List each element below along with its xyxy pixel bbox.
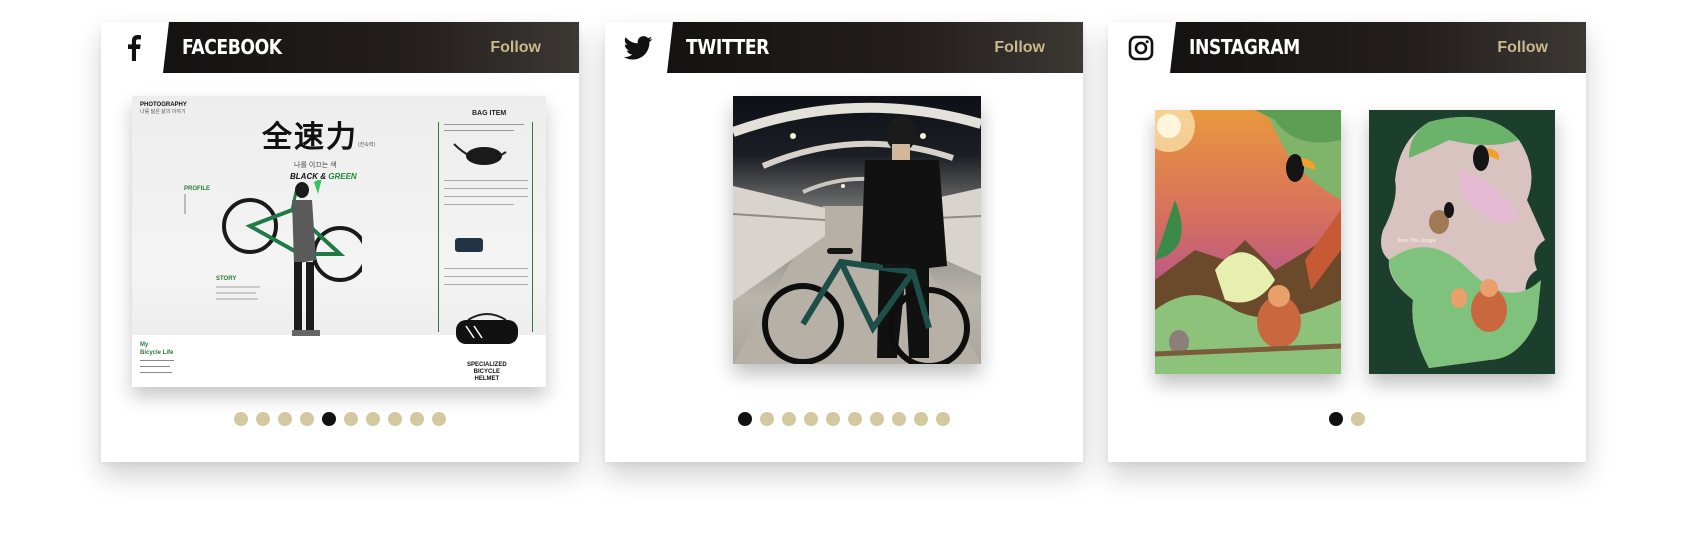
carousel-pagination <box>101 412 579 426</box>
facebook-post-image[interactable]: PHOTOGRAPHY 나를 닮은 삶의 이야기 全速力 (전속력) 나를 이끄… <box>132 96 546 387</box>
footer-text-line <box>140 366 170 367</box>
photography-sub: 나를 닮은 삶의 이야기 <box>140 109 186 115</box>
duffel-bag-image <box>456 313 518 344</box>
helmet-line: SPECIALIZED <box>467 362 507 368</box>
instagram-header-bar: INSTAGRAM Follow <box>1170 22 1586 73</box>
post-subtitle: 나를 이끄는 색 <box>294 162 337 169</box>
helmet-caption: SPECIALIZED BICYCLE HELMET <box>467 362 507 383</box>
carousel-pagination <box>1108 412 1586 426</box>
bag-text-line <box>444 130 514 131</box>
bag-text-line <box>444 196 528 197</box>
twitter-card: TWITTER Follow <box>605 22 1083 462</box>
pagination-dot[interactable] <box>826 412 840 426</box>
pouch-image <box>455 238 483 252</box>
bag-text-line <box>444 284 528 285</box>
pagination-dot[interactable] <box>760 412 774 426</box>
pagination-dot-active[interactable] <box>322 412 336 426</box>
pagination-dot[interactable] <box>848 412 862 426</box>
instagram-poster-2[interactable]: Save The Jungle <box>1369 110 1555 374</box>
facebook-icon[interactable] <box>101 22 167 73</box>
instagram-card-header: INSTAGRAM Follow <box>1108 22 1586 73</box>
bag-text-line <box>444 188 528 189</box>
helmet-line: BICYCLE <box>473 369 500 375</box>
pagination-dot[interactable] <box>936 412 950 426</box>
instagram-card: INSTAGRAM Follow Save The Jungle <box>1108 22 1586 462</box>
post-title-annotation: (전속력) <box>358 142 376 148</box>
pagination-dot[interactable] <box>804 412 818 426</box>
post-title: 全速力 <box>262 120 358 155</box>
cyclist-illustration <box>222 180 362 336</box>
pagination-dot[interactable] <box>344 412 358 426</box>
profile-label: PROFILE <box>184 186 211 192</box>
carousel-pagination <box>605 412 1083 426</box>
instagram-icon[interactable] <box>1108 22 1174 73</box>
profile-text-block <box>184 194 186 214</box>
facebook-header-bar: FACEBOOK Follow <box>163 22 579 73</box>
pagination-dot[interactable] <box>1351 412 1365 426</box>
bag-text-line <box>444 268 528 269</box>
jungle-illustration <box>1155 110 1341 374</box>
bag-text-line <box>444 124 524 125</box>
twitter-bird-icon[interactable] <box>605 22 671 73</box>
pagination-dot[interactable] <box>432 412 446 426</box>
instagram-poster-1[interactable] <box>1155 110 1341 374</box>
network-name: FACEBOOK <box>182 35 282 59</box>
follow-button[interactable]: Follow <box>490 22 541 73</box>
pagination-dot[interactable] <box>410 412 424 426</box>
twitter-header-bar: TWITTER Follow <box>667 22 1083 73</box>
bag-item-title: BAG ITEM <box>472 110 507 117</box>
bag-text-line <box>444 204 514 205</box>
footer-text-line <box>140 360 174 361</box>
photography-label: PHOTOGRAPHY <box>140 102 187 108</box>
follow-button[interactable]: Follow <box>1497 22 1548 73</box>
pagination-dot-active[interactable] <box>738 412 752 426</box>
pagination-dot[interactable] <box>300 412 314 426</box>
pagination-dot[interactable] <box>914 412 928 426</box>
network-name: INSTAGRAM <box>1189 35 1300 59</box>
bag-text-line <box>444 180 528 181</box>
facebook-card: FACEBOOK Follow PHOTOGRAPHY 나를 닮은 삶의 이야기… <box>101 22 579 462</box>
helmet-line: HELMET <box>474 376 500 382</box>
bicycle-life-label: Bicycle Life <box>140 350 174 356</box>
my-label: My <box>140 342 149 348</box>
footer-text-line <box>140 372 172 373</box>
pagination-dot[interactable] <box>388 412 402 426</box>
pagination-dot[interactable] <box>782 412 796 426</box>
network-name: TWITTER <box>686 35 769 59</box>
bridge-photo-scene <box>733 102 981 364</box>
waist-bag-image <box>453 143 507 165</box>
bag-column-rule <box>532 122 533 332</box>
pagination-dot[interactable] <box>234 412 248 426</box>
bag-column-rule <box>438 122 439 332</box>
bag-text-line <box>444 276 528 277</box>
pagination-dot[interactable] <box>366 412 380 426</box>
pagination-dot[interactable] <box>870 412 884 426</box>
twitter-post-image[interactable] <box>733 96 981 364</box>
facebook-card-header: FACEBOOK Follow <box>101 22 579 73</box>
pagination-dot[interactable] <box>256 412 270 426</box>
poster-caption: Save The Jungle <box>1397 238 1437 244</box>
pagination-dot[interactable] <box>892 412 906 426</box>
follow-button[interactable]: Follow <box>994 22 1045 73</box>
pagination-dot[interactable] <box>278 412 292 426</box>
pagination-dot-active[interactable] <box>1329 412 1343 426</box>
twitter-card-header: TWITTER Follow <box>605 22 1083 73</box>
